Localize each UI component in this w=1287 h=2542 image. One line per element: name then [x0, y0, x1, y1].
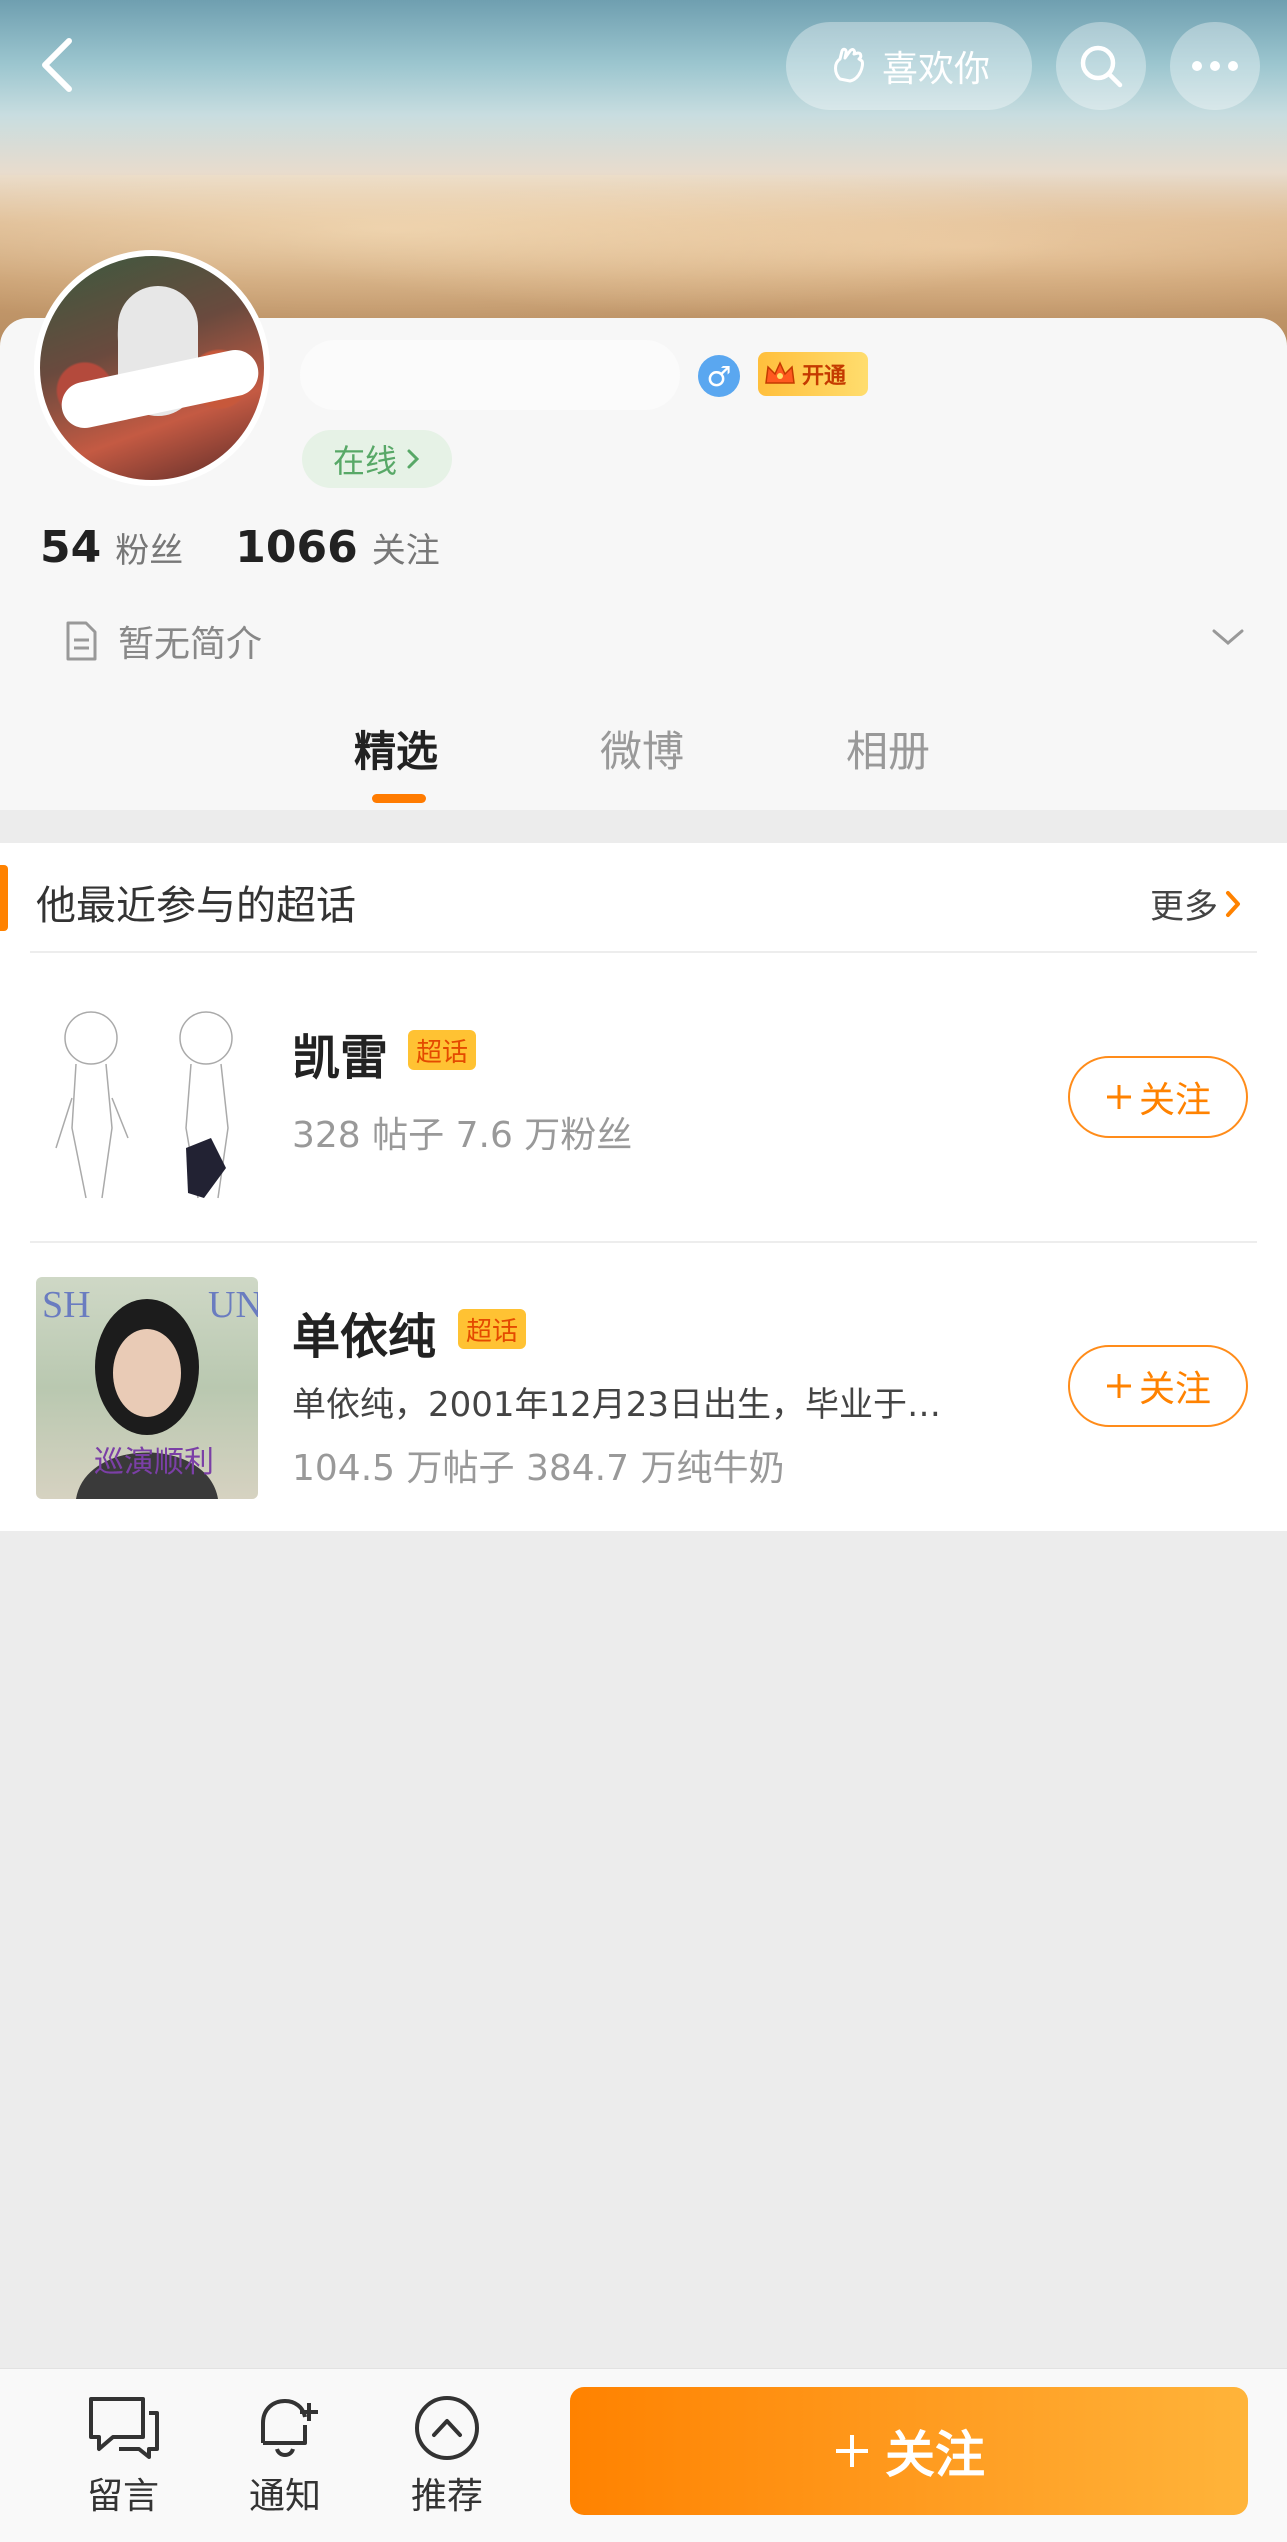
like-you-label: 喜欢你: [881, 49, 990, 90]
avatar[interactable]: [34, 250, 270, 486]
svg-text:UN: UN: [208, 1284, 258, 1326]
profile-stats: 54 粉丝 1066 关注: [40, 522, 492, 573]
plus-icon: [1106, 1374, 1131, 1398]
back-button[interactable]: [22, 30, 92, 100]
bio-text: 暂无简介: [118, 624, 263, 665]
doc-icon: [66, 621, 97, 661]
message-button[interactable]: 留言: [68, 2393, 178, 2519]
back-icon: [42, 38, 72, 92]
more-label: 更多: [1150, 887, 1218, 927]
vip-label: 开通: [802, 364, 847, 389]
tab-featured[interactable]: 精选: [354, 718, 438, 779]
heart-hand-icon: [833, 47, 864, 83]
super-topic-item[interactable]: 凯雷 超话 328 帖子 7.6 万粉丝 关注: [0, 998, 1287, 1258]
online-label: 在线: [332, 442, 397, 480]
expand-bio-button[interactable]: [1210, 625, 1246, 653]
following-count[interactable]: 1066: [235, 522, 357, 573]
message-label: 留言: [86, 2476, 159, 2517]
super-topics-section: 他最近参与的超话 更多 凯雷 超话 328 帖子 7.6 万粉丝 关注 SH U…: [0, 843, 1287, 1531]
more-link[interactable]: 更多: [1150, 879, 1242, 928]
super-topic-description: 单依纯，2001年12月23日出生，毕业于…: [292, 1385, 942, 1425]
like-you-button[interactable]: 喜欢你: [786, 22, 1032, 110]
following-label: 关注: [371, 531, 440, 571]
super-topic-name: 单依纯: [292, 1309, 437, 1365]
tab-album[interactable]: 相册: [846, 718, 930, 779]
follow-label: 关注: [1138, 1080, 1211, 1121]
follow-user-button[interactable]: 关注: [570, 2387, 1248, 2515]
super-topic-item[interactable]: SH UN 巡演顺利 单依纯 超话 单依纯，2001年12月23日出生，毕业于……: [0, 1277, 1287, 1537]
super-topic-meta: 328 帖子 7.6 万粉丝: [292, 1115, 633, 1156]
super-topic-meta: 104.5 万帖子 384.7 万纯牛奶: [292, 1448, 785, 1489]
notify-button[interactable]: 通知: [230, 2393, 340, 2519]
plus-icon: [836, 2435, 868, 2467]
online-status[interactable]: 在线: [302, 430, 452, 488]
super-topic-thumbnail: [36, 998, 258, 1220]
chevron-down-icon: [1212, 629, 1244, 645]
super-topic-thumbnail: SH UN 巡演顺利: [36, 1277, 258, 1499]
svg-text:SH: SH: [42, 1284, 91, 1326]
follow-user-label: 关注: [885, 2426, 985, 2484]
chevron-right-icon: [407, 449, 420, 469]
vip-open-badge[interactable]: 开通: [758, 352, 868, 396]
super-topic-name: 凯雷: [292, 1030, 389, 1086]
fans-count[interactable]: 54: [40, 522, 101, 573]
section-accent-bar: [0, 865, 8, 931]
bottom-action-bar: 留言 通知 推荐 关注: [0, 2368, 1287, 2542]
active-tab-indicator: [372, 794, 426, 803]
username-redacted: [300, 340, 680, 410]
search-icon: [1080, 45, 1123, 88]
notify-label: 通知: [248, 2476, 321, 2517]
recommend-button[interactable]: 推荐: [392, 2393, 502, 2519]
more-button[interactable]: [1170, 22, 1260, 110]
section-title: 他最近参与的超话: [36, 883, 356, 929]
follow-topic-button[interactable]: 关注: [1068, 1345, 1248, 1427]
plus-icon: [1106, 1085, 1131, 1109]
bell-icon: [261, 2399, 318, 2457]
recommend-icon: [415, 2396, 479, 2460]
divider: [30, 951, 1257, 953]
profile-tabs: 精选 微博 相册: [0, 700, 1287, 810]
more-icon: [1192, 61, 1238, 71]
follow-topic-button[interactable]: 关注: [1068, 1056, 1248, 1138]
follow-label: 关注: [1138, 1369, 1211, 1410]
chevron-right-icon: [1226, 890, 1240, 917]
recommend-label: 推荐: [410, 2476, 483, 2517]
thumbnail-caption: 巡演顺利: [94, 1445, 214, 1480]
gender-male-icon: ♂: [698, 355, 740, 397]
super-topic-badge: 超话: [458, 1309, 527, 1349]
fans-label: 粉丝: [115, 531, 184, 571]
message-icon: [89, 2397, 159, 2459]
tab-weibo[interactable]: 微博: [600, 718, 684, 779]
bio-row[interactable]: 暂无简介: [62, 615, 262, 667]
divider: [30, 1241, 1257, 1243]
search-button[interactable]: [1056, 22, 1146, 110]
super-topic-badge: 超话: [408, 1030, 477, 1070]
crown-icon: [758, 352, 802, 396]
